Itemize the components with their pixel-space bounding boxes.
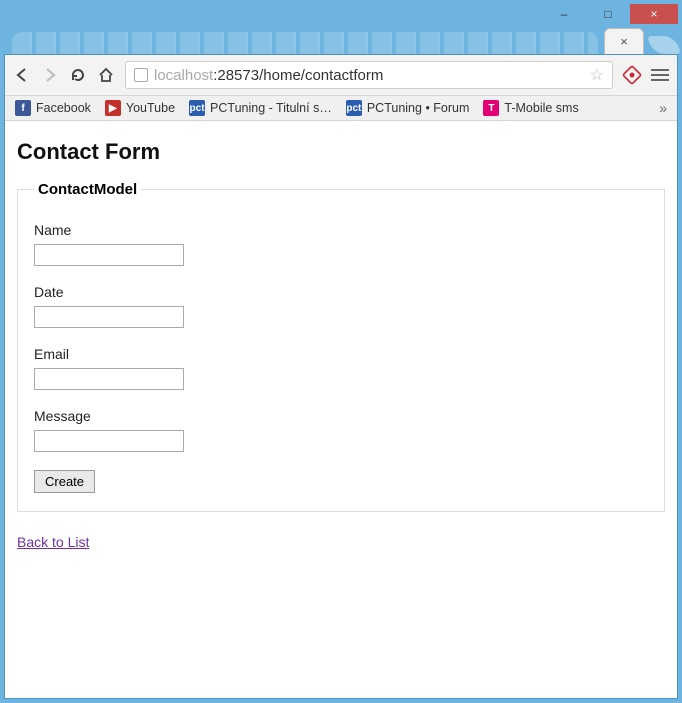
bookmark-label: YouTube <box>126 101 175 115</box>
window-close-button[interactable]: × <box>630 4 678 24</box>
bookmark-youtube[interactable]: ▶ YouTube <box>105 100 175 116</box>
field-message: Message <box>34 408 648 452</box>
bookmark-pctuning-home[interactable]: pct PCTuning - Titulní s… <box>189 100 332 116</box>
bookmarks-overflow-button[interactable]: » <box>659 100 667 116</box>
forward-button[interactable] <box>41 66 59 84</box>
pctuning-icon: pct <box>189 100 205 116</box>
window-titlebar: – □ × <box>4 4 678 28</box>
tmobile-icon: T <box>483 100 499 116</box>
bookmark-tmobile[interactable]: T T-Mobile sms <box>483 100 578 116</box>
bookmark-label: PCTuning • Forum <box>367 101 470 115</box>
url-host: localhost:28573/home/contactform <box>154 67 383 84</box>
new-tab-button[interactable] <box>647 36 681 54</box>
label-date: Date <box>34 284 648 300</box>
bookmark-label: PCTuning - Titulní s… <box>210 101 332 115</box>
window-minimize-button[interactable]: – <box>542 4 586 24</box>
contact-fieldset: ContactModel Name Date Email Message <box>17 181 665 512</box>
input-message[interactable] <box>34 430 184 452</box>
input-email[interactable] <box>34 368 184 390</box>
window-maximize-button[interactable]: □ <box>586 4 630 24</box>
active-tab[interactable]: × <box>604 28 644 54</box>
bookmark-pctuning-forum[interactable]: pct PCTuning • Forum <box>346 100 470 116</box>
adblock-extension-icon[interactable] <box>622 65 642 85</box>
facebook-icon: f <box>15 100 31 116</box>
back-button[interactable] <box>13 66 31 84</box>
field-email: Email <box>34 346 648 390</box>
home-button[interactable] <box>97 66 115 84</box>
bookmarks-bar: f Facebook ▶ YouTube pct PCTuning - Titulní… <box>5 96 677 121</box>
back-to-list-link[interactable]: Back to List <box>17 534 89 550</box>
browser-tabstrip: × <box>4 28 678 54</box>
pctuning-icon: pct <box>346 100 362 116</box>
label-message: Message <box>34 408 648 424</box>
bookmark-star-icon[interactable]: ☆ <box>590 65 604 85</box>
reload-button[interactable] <box>69 66 87 84</box>
browser-toolbar: localhost:28573/home/contactform ☆ <box>5 55 677 96</box>
site-icon <box>134 68 148 82</box>
label-email: Email <box>34 346 648 362</box>
page-content: Contact Form ContactModel Name Date Emai… <box>5 121 677 698</box>
label-name: Name <box>34 222 648 238</box>
field-date: Date <box>34 284 648 328</box>
field-name: Name <box>34 222 648 266</box>
background-tabs[interactable] <box>12 32 598 54</box>
create-button[interactable]: Create <box>34 470 95 493</box>
input-name[interactable] <box>34 244 184 266</box>
fieldset-legend: ContactModel <box>34 181 141 198</box>
youtube-icon: ▶ <box>105 100 121 116</box>
page-title: Contact Form <box>17 139 665 165</box>
bookmark-facebook[interactable]: f Facebook <box>15 100 91 116</box>
bookmark-label: T-Mobile sms <box>504 101 578 115</box>
tab-close-icon[interactable]: × <box>620 34 628 49</box>
input-date[interactable] <box>34 306 184 328</box>
chrome-menu-button[interactable] <box>651 69 669 81</box>
address-bar[interactable]: localhost:28573/home/contactform ☆ <box>125 61 613 89</box>
bookmark-label: Facebook <box>36 101 91 115</box>
